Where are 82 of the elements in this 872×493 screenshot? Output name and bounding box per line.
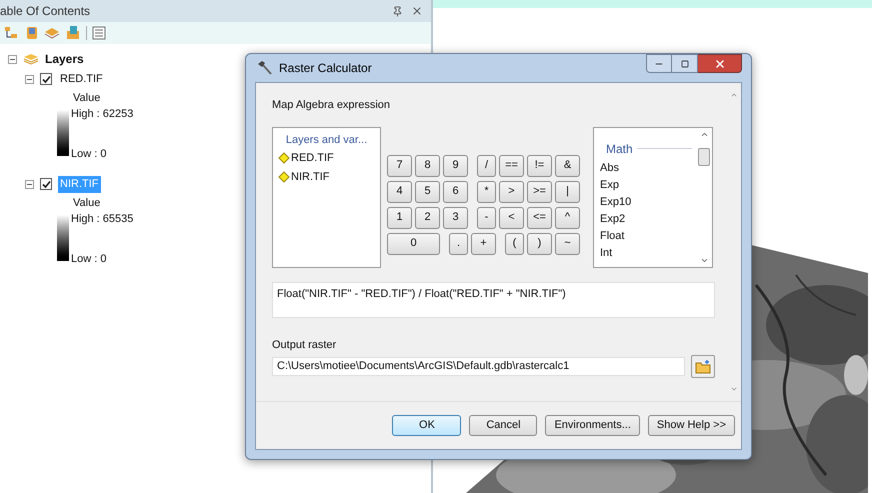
close-button[interactable] [698,54,742,73]
calculator-key[interactable]: > [499,180,524,202]
diamond-icon [278,170,290,183]
calculator-key[interactable]: / [477,154,496,176]
calculator-key[interactable]: < [499,206,524,228]
calculator-key[interactable]: 9 [443,154,468,176]
legend-low: Low : 0 [71,252,108,266]
scroll-down-icon[interactable] [730,385,738,393]
calculator-key[interactable]: 5 [415,180,440,202]
collapse-icon[interactable] [25,180,34,189]
legend-high: High : 62253 [71,107,134,122]
calculator-key[interactable]: 6 [443,180,468,202]
calculator-key[interactable]: ~ [555,232,580,254]
layer-list-item[interactable]: NIR.TIF [273,166,380,185]
function-item[interactable]: Float [600,228,696,244]
scroll-thumb[interactable] [698,148,710,166]
calculator-key[interactable]: ( [505,232,524,254]
function-item[interactable]: Abs [600,160,696,176]
calculator-key[interactable]: == [499,154,524,176]
collapse-icon[interactable] [8,54,17,64]
calculator-key[interactable]: 7 [387,154,412,176]
calculator-key[interactable]: 4 [387,180,412,202]
diamond-icon [278,152,290,164]
options-icon[interactable] [92,26,106,40]
maximize-icon [680,60,688,68]
expression-box[interactable]: Float("NIR.TIF" - "RED.TIF") / Float("RED.TIF" + "NIR.TIF") [272,282,715,318]
layer-stack-icon[interactable] [44,25,60,41]
layer-label[interactable]: RED.TIF [58,71,105,88]
folder-icon [695,360,711,374]
calculator-key[interactable]: . [449,232,468,254]
dialog-title: Raster Calculator [279,60,373,77]
function-item[interactable]: Exp10 [600,194,696,210]
calculator-key[interactable]: * [477,180,496,202]
calculator-key[interactable]: 2 [415,206,440,228]
function-item[interactable]: Exp [600,176,696,194]
color-ramp [57,215,69,261]
dialog-button[interactable]: Cancel [469,415,538,436]
calculator-key[interactable]: != [527,154,552,176]
calculator-key[interactable]: + [471,232,496,254]
panel-title: able Of Contents [0,3,92,20]
calculator-key[interactable]: 3 [443,206,468,228]
calculator-key[interactable]: ) [527,232,552,254]
layer-checkbox[interactable] [40,73,52,86]
layers-icon [23,53,39,65]
layers-list-icon[interactable] [4,25,20,41]
output-label: Output raster [272,338,338,352]
expression-label: Map Algebra expression [272,98,392,113]
legend-high: High : 65535 [71,212,134,227]
calculator-key[interactable]: ^ [555,206,580,228]
calculator-key[interactable]: | [555,180,580,202]
layer-list-item[interactable]: RED.TIF [273,148,380,166]
layers-list-header: Layers and var... [284,132,368,148]
layer-checkbox[interactable] [40,178,52,190]
calculator-key[interactable]: 0 [387,232,440,254]
dialog-button[interactable]: Show Help >> [648,415,735,436]
calculator-key[interactable]: <= [527,206,552,228]
function-group-header: Math [606,140,633,158]
dialog-button[interactable]: Environments... [545,415,640,436]
close-icon[interactable] [411,5,423,17]
scroll-up-icon[interactable] [730,91,738,99]
legend-field: Value [57,90,134,106]
layers-group-label[interactable]: Layers [45,50,84,68]
color-ramp [57,110,69,156]
legend-low: Low : 0 [71,146,108,162]
hammer-icon [257,60,273,76]
pin-icon[interactable] [392,6,403,16]
calculator-key[interactable]: >= [527,180,552,202]
function-item[interactable]: Int [600,244,696,262]
function-item[interactable]: Exp2 [600,210,696,228]
calculator-key[interactable]: & [555,154,580,176]
legend-field: Value [57,194,134,211]
dialog-button[interactable]: OK [392,415,462,436]
maximize-button[interactable] [672,54,698,73]
calculator-key[interactable]: 8 [415,154,440,176]
calculator-key[interactable]: 1 [387,206,412,228]
browse-button[interactable] [691,355,715,378]
database-icon[interactable] [25,25,39,41]
output-path-field[interactable]: C:\Users\motiee\Documents\ArcGIS\Default.gdb\rastercalc1 [272,357,685,376]
collapse-icon[interactable] [25,74,34,84]
close-icon [714,58,726,70]
source-icon[interactable] [65,25,81,41]
calculator-key[interactable]: - [477,206,496,228]
